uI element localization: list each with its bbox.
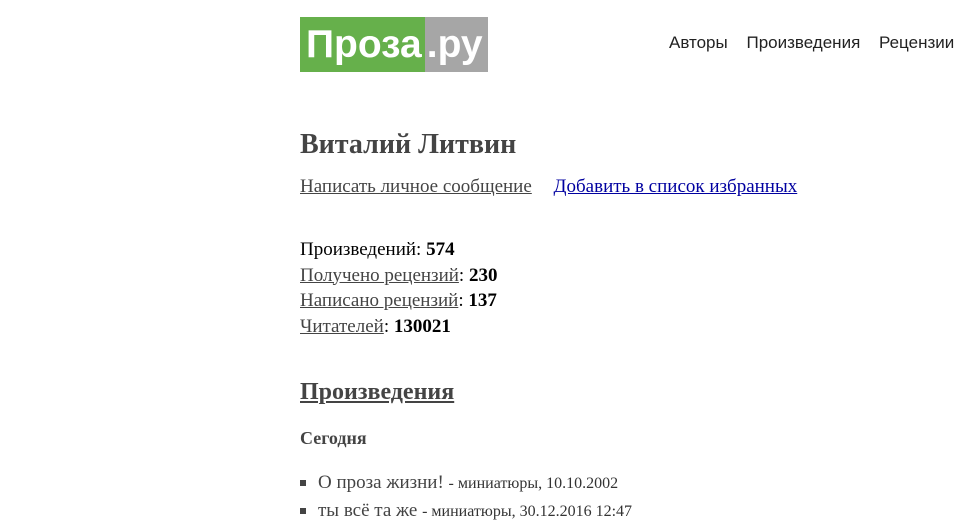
bullet-icon [300,480,306,486]
stat-readers-value: 130021 [393,315,451,337]
site-logo[interactable]: Проза .ру [300,17,488,72]
logo-tld-text: .ру [424,17,488,72]
main-content: Виталий Литвин Написать личное сообщение… [300,120,940,525]
bullet-icon [300,508,306,514]
author-stats: Произведений: 574 Получено рецензий: 230… [300,237,940,339]
author-actions: Написать личное сообщение Добавить в спи… [300,175,940,199]
works-heading-link[interactable]: Произведения [300,379,454,405]
stat-written-reviews: Написано рецензий: 137 [300,290,497,311]
add-favorites-link[interactable]: Добавить в список избранных [554,176,798,197]
author-name: Виталий Литвин [300,129,517,160]
works-heading: Произведения [300,377,940,407]
stat-works: Произведений: 574 [300,239,455,260]
logo-main-text: Проза [300,17,425,72]
list-item: ты всё та же - миниатюры, 30.12.2016 12:… [300,497,940,525]
work-title-link[interactable]: О проза жизни! [318,472,444,493]
received-reviews-link[interactable]: Получено рецензий [300,265,459,286]
works-list: О проза жизни! - миниатюры, 10.10.2002 т… [300,469,940,525]
nav-works[interactable]: Произведения [746,33,860,52]
site-header: Проза .ру Авторы Произведения Рецензии [0,0,958,90]
work-meta: - миниатюры, 30.12.2016 12:47 [422,503,633,520]
nav-authors[interactable]: Авторы [669,33,728,52]
stat-received-value: 230 [468,264,498,286]
nav-reviews[interactable]: Рецензии [879,33,954,52]
stat-received-reviews: Получено рецензий: 230 [300,264,498,286]
send-message-link[interactable]: Написать личное сообщение [300,176,532,197]
work-meta: - миниатюры, 10.10.2002 [448,475,619,492]
readers-link[interactable]: Читателей [300,316,384,337]
top-nav: Авторы Произведения Рецензии [669,33,958,53]
stat-works-label: Произведений [300,239,417,260]
work-title-link[interactable]: ты всё та же [318,500,417,521]
list-item: О проза жизни! - миниатюры, 10.10.2002 [300,469,940,497]
stat-readers: Читателей: 130021 [300,315,451,337]
written-reviews-link[interactable]: Написано рецензий [300,290,458,311]
works-group-label: Сегодня [300,428,367,448]
stat-works-value: 574 [426,239,455,260]
stat-written-value: 137 [468,290,497,311]
